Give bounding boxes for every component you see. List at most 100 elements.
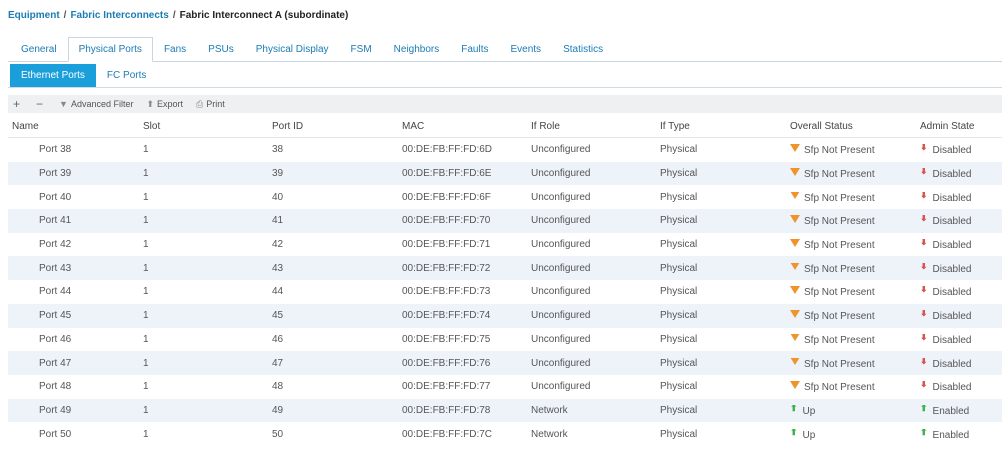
tab-statistics[interactable]: Statistics xyxy=(552,37,614,62)
cell-port-id: 41 xyxy=(272,215,284,227)
admin-state-text: Enabled xyxy=(932,429,970,440)
overall-status-text: Sfp Not Present xyxy=(804,263,875,274)
cell-overall-status: Sfp Not Present xyxy=(790,357,920,369)
plus-icon: + xyxy=(13,97,21,111)
overall-status-text: Sfp Not Present xyxy=(804,358,875,369)
table-row[interactable]: Port 44 1 44 00:DE:FB:FF:FD:73 Unconfigured P… xyxy=(8,280,1002,304)
overall-status-text: Sfp Not Present xyxy=(804,287,875,298)
admin-state-text: Disabled xyxy=(932,311,972,322)
table-row[interactable]: Port 46 1 46 00:DE:FB:FF:FD:75 Unconfigured P… xyxy=(8,328,1002,352)
warning-icon xyxy=(790,215,800,223)
cell-slot: 1 xyxy=(143,310,149,322)
add-button[interactable]: + xyxy=(13,98,23,110)
cell-if-role: Unconfigured xyxy=(531,144,591,156)
column-header-name[interactable]: Name xyxy=(8,121,143,132)
tab-physical-ports[interactable]: Physical Ports xyxy=(67,37,153,62)
tab-events[interactable]: Events xyxy=(499,37,552,62)
column-header-slot[interactable]: Slot xyxy=(143,121,272,132)
table-header: Name Slot Port ID MAC If Role If Type Ov… xyxy=(8,116,1002,138)
remove-button[interactable]: − xyxy=(36,98,46,110)
admin-state-text: Disabled xyxy=(932,263,972,274)
tab-neighbors[interactable]: Neighbors xyxy=(383,37,451,62)
cell-admin-state: ⬇ Disabled xyxy=(920,381,1000,392)
cell-slot: 1 xyxy=(143,428,149,440)
warning-icon xyxy=(790,239,800,247)
table-row[interactable]: Port 38 1 38 00:DE:FB:FF:FD:6D Unconfigured P… xyxy=(8,138,1002,162)
breadcrumb-fabric-interconnects[interactable]: Fabric Interconnects xyxy=(70,10,168,21)
breadcrumb: Equipment / Fabric Interconnects / Fabric In… xyxy=(8,10,348,21)
subtab-ethernet-ports[interactable]: Ethernet Ports xyxy=(10,64,96,87)
tab-psus[interactable]: PSUs xyxy=(197,37,245,62)
table-row[interactable]: Port 41 1 41 00:DE:FB:FF:FD:70 Unconfigured P… xyxy=(8,209,1002,233)
cell-mac: 00:DE:FB:FF:FD:78 xyxy=(402,404,491,416)
overall-status-text: Sfp Not Present xyxy=(804,192,875,203)
table-row[interactable]: Port 50 1 50 00:DE:FB:FF:FD:7C Network Physic… xyxy=(8,422,1002,446)
admin-state-text: Disabled xyxy=(932,382,972,393)
cell-admin-state: ⬇ Disabled xyxy=(920,168,1000,179)
table-row[interactable]: Port 49 1 49 00:DE:FB:FF:FD:78 Network Physic… xyxy=(8,398,1002,423)
table-row[interactable]: Port 40 1 40 00:DE:FB:FF:FD:6F Unconfigured P… xyxy=(8,185,1002,209)
subtab-fc-ports[interactable]: FC Ports xyxy=(96,64,157,87)
table-row[interactable]: Port 39 1 39 00:DE:FB:FF:FD:6E Unconfigured P… xyxy=(8,161,1002,186)
cell-overall-status: Sfp Not Present xyxy=(790,333,920,345)
tab-faults[interactable]: Faults xyxy=(450,37,499,62)
cell-name: Port 48 xyxy=(39,381,72,393)
cell-port-id: 39 xyxy=(272,168,284,180)
overall-status-text: Sfp Not Present xyxy=(804,240,875,251)
table-row[interactable]: Port 42 1 42 00:DE:FB:FF:FD:71 Unconfigured P… xyxy=(8,233,1002,257)
column-header-admin-state[interactable]: Admin State xyxy=(920,121,1000,132)
cell-if-type: Physical xyxy=(660,404,698,416)
tab-general[interactable]: General xyxy=(10,37,68,62)
arrow-up-icon: ⬆ xyxy=(920,428,928,437)
export-button[interactable]: ⬆ Export xyxy=(146,99,183,110)
column-header-port-id[interactable]: Port ID xyxy=(272,121,402,132)
cell-if-type: Physical xyxy=(660,333,698,345)
breadcrumb-equipment[interactable]: Equipment xyxy=(8,10,60,21)
cell-if-type: Physical xyxy=(660,286,698,298)
tab-fans[interactable]: Fans xyxy=(153,37,197,62)
cell-port-id: 46 xyxy=(272,333,284,345)
table-row[interactable]: Port 47 1 47 00:DE:FB:FF:FD:76 Unconfigured P… xyxy=(8,351,1002,375)
column-header-overall-status[interactable]: Overall Status xyxy=(790,121,920,132)
cell-name: Port 43 xyxy=(39,262,72,274)
print-button[interactable]: ⎙ Print xyxy=(196,99,225,110)
tab-fsm[interactable]: FSM xyxy=(340,37,383,62)
table-row[interactable]: Port 43 1 43 00:DE:FB:FF:FD:72 Unconfigured P… xyxy=(8,256,1002,281)
tab-physical-display[interactable]: Physical Display xyxy=(245,37,340,62)
cell-name: Port 39 xyxy=(39,168,72,180)
warning-icon xyxy=(790,310,800,318)
cell-mac: 00:DE:FB:FF:FD:73 xyxy=(402,286,491,298)
table-toolbar: + − ▼ Advanced Filter ⬆ Export ⎙ Print xyxy=(8,95,1002,113)
table-row[interactable]: Port 45 1 45 00:DE:FB:FF:FD:74 Unconfigured P… xyxy=(8,303,1002,328)
cell-port-id: 44 xyxy=(272,286,284,298)
warning-icon xyxy=(790,144,800,152)
advanced-filter-label: Advanced Filter xyxy=(70,99,134,109)
overall-status-text: Sfp Not Present xyxy=(804,169,875,180)
cell-admin-state: ⬇ Disabled xyxy=(920,358,1000,369)
cell-if-role: Unconfigured xyxy=(531,215,591,227)
column-header-if-role[interactable]: If Role xyxy=(531,121,660,132)
sub-tabs: Ethernet Ports FC Ports xyxy=(10,64,157,87)
warning-icon xyxy=(790,262,800,271)
cell-admin-state: ⬇ Disabled xyxy=(920,239,1000,250)
overall-status-text: Sfp Not Present xyxy=(804,382,875,393)
cell-overall-status: Sfp Not Present xyxy=(790,310,920,321)
cell-mac: 00:DE:FB:FF:FD:6E xyxy=(402,168,492,180)
column-header-if-type[interactable]: If Type xyxy=(660,121,790,132)
cell-if-type: Physical xyxy=(660,215,698,227)
cell-mac: 00:DE:FB:FF:FD:72 xyxy=(402,262,491,274)
table-row[interactable]: Port 48 1 48 00:DE:FB:FF:FD:77 Unconfigured P… xyxy=(8,375,1002,399)
cell-port-id: 45 xyxy=(272,310,284,322)
subtabs-divider xyxy=(8,87,1002,88)
cell-name: Port 38 xyxy=(39,144,72,156)
cell-admin-state: ⬇ Disabled xyxy=(920,334,1000,345)
cell-if-role: Unconfigured xyxy=(531,310,591,322)
column-header-mac[interactable]: MAC xyxy=(402,121,531,132)
admin-state-text: Disabled xyxy=(932,169,972,180)
cell-if-role: Unconfigured xyxy=(531,191,591,203)
cell-mac: 00:DE:FB:FF:FD:70 xyxy=(402,215,491,227)
advanced-filter-button[interactable]: ▼ Advanced Filter xyxy=(59,99,133,109)
cell-port-id: 50 xyxy=(272,428,284,440)
overall-status-text: Sfp Not Present xyxy=(804,334,875,345)
admin-state-text: Enabled xyxy=(932,405,970,416)
